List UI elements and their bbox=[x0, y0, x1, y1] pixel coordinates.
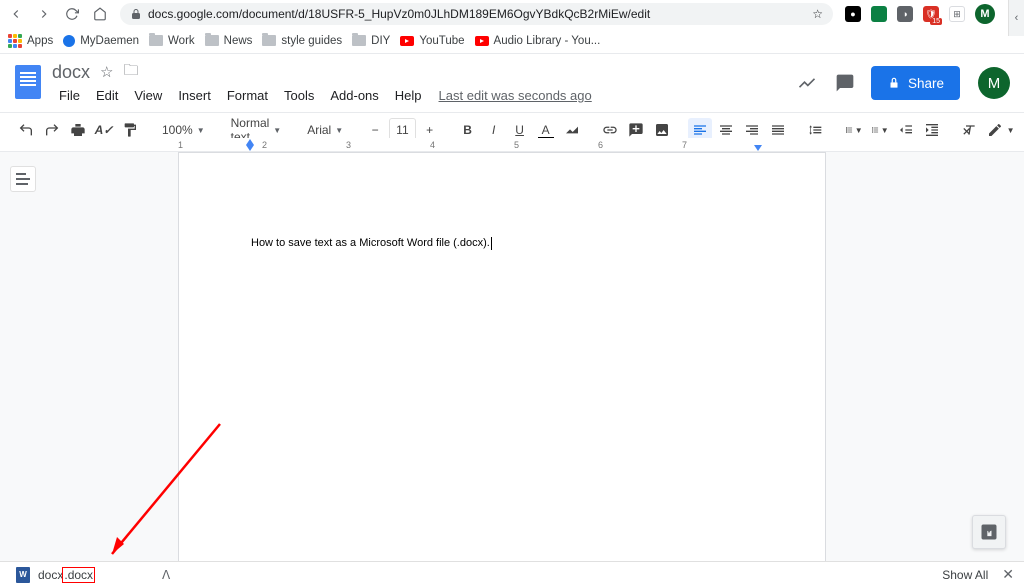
star-button[interactable]: ☆ bbox=[100, 63, 113, 81]
account-avatar[interactable]: M bbox=[978, 67, 1010, 99]
text-cursor bbox=[491, 237, 492, 250]
close-shelf-button[interactable]: ✕ bbox=[1002, 566, 1014, 583]
menu-bar: File Edit View Insert Format Tools Add-o… bbox=[52, 85, 795, 106]
menu-file[interactable]: File bbox=[52, 85, 87, 106]
ruler-tick: 7 bbox=[682, 140, 687, 150]
ruler-tick: 4 bbox=[430, 140, 435, 150]
menu-insert[interactable]: Insert bbox=[171, 85, 218, 106]
bookmark-item[interactable]: MyDaemen bbox=[63, 35, 139, 47]
download-menu-button[interactable]: ᐱ bbox=[162, 568, 170, 582]
folder-icon bbox=[205, 35, 219, 46]
bookmark-item[interactable]: Work bbox=[149, 35, 195, 47]
nav-back-button[interactable] bbox=[8, 6, 24, 22]
lock-icon bbox=[887, 76, 901, 90]
indent-marker-left[interactable] bbox=[246, 145, 254, 151]
menu-format[interactable]: Format bbox=[220, 85, 275, 106]
document-page[interactable]: How to save text as a Microsoft Word fil… bbox=[178, 152, 826, 561]
bookmark-star-icon[interactable]: ☆ bbox=[812, 7, 823, 21]
share-button[interactable]: Share bbox=[871, 66, 960, 100]
folder-icon bbox=[352, 35, 366, 46]
comments-button[interactable] bbox=[833, 71, 857, 95]
bookmark-item[interactable]: YouTube bbox=[400, 35, 464, 47]
extension-icon[interactable]: ⊞ bbox=[949, 6, 965, 22]
menu-view[interactable]: View bbox=[127, 85, 169, 106]
ruler-tick: 3 bbox=[346, 140, 351, 150]
ruler-tick: 1 bbox=[178, 140, 183, 150]
ruler-tick: 6 bbox=[598, 140, 603, 150]
apps-label: Apps bbox=[27, 35, 53, 47]
bookmark-item[interactable]: style guides bbox=[262, 35, 342, 47]
word-file-icon: W bbox=[16, 567, 30, 583]
extension-icon[interactable] bbox=[871, 6, 887, 22]
docs-logo-icon bbox=[15, 65, 41, 99]
omnibox[interactable]: docs.google.com/document/d/18USFR-5_HupV… bbox=[120, 3, 833, 25]
bookmarks-bar: Apps MyDaemen Work News style guides DIY… bbox=[0, 28, 1024, 54]
ruler-tick: 5 bbox=[514, 140, 519, 150]
menu-tools[interactable]: Tools bbox=[277, 85, 321, 106]
docs-home-button[interactable] bbox=[10, 64, 46, 100]
youtube-icon bbox=[475, 36, 489, 46]
menu-help[interactable]: Help bbox=[388, 85, 429, 106]
document-body-text: How to save text as a Microsoft Word fil… bbox=[251, 237, 490, 249]
downloads-shelf: W docx.docx ᐱ Show All ✕ bbox=[0, 561, 1024, 587]
browser-toolbar: docs.google.com/document/d/18USFR-5_HupV… bbox=[0, 0, 1024, 28]
document-title[interactable]: docx bbox=[52, 62, 90, 83]
apps-shortcut[interactable]: Apps bbox=[8, 34, 53, 48]
indent-marker-right[interactable] bbox=[754, 145, 762, 151]
folder-icon bbox=[149, 35, 163, 46]
nav-home-button[interactable] bbox=[92, 6, 108, 22]
docs-header: docx ☆ 🗀 File Edit View Insert Format To… bbox=[0, 54, 1024, 106]
extension-icon[interactable]: ◑ bbox=[897, 6, 913, 22]
youtube-icon bbox=[400, 36, 414, 46]
menu-addons[interactable]: Add-ons bbox=[323, 85, 385, 106]
url-text: docs.google.com/document/d/18USFR-5_HupV… bbox=[148, 7, 650, 21]
horizontal-ruler[interactable]: 1 2 3 4 5 6 7 bbox=[0, 138, 1024, 152]
download-filename: docx.docx bbox=[38, 568, 94, 582]
globe-icon bbox=[63, 35, 75, 47]
last-edit-link[interactable]: Last edit was seconds ago bbox=[439, 88, 592, 103]
sidebar-toggle[interactable]: ‹ bbox=[1008, 0, 1024, 36]
download-item[interactable]: W docx.docx ᐱ bbox=[10, 565, 176, 585]
menu-edit[interactable]: Edit bbox=[89, 85, 125, 106]
bookmark-item[interactable]: Audio Library - You... bbox=[475, 35, 601, 47]
show-all-downloads-button[interactable]: Show All bbox=[942, 568, 988, 582]
extension-icon[interactable]: ● bbox=[845, 6, 861, 22]
apps-icon bbox=[8, 34, 22, 48]
bookmark-item[interactable]: DIY bbox=[352, 35, 390, 47]
workspace: 1 2 3 4 5 6 7 How to save text as a Microsoft … bbox=[0, 138, 1024, 561]
ruler-tick: 2 bbox=[262, 140, 267, 150]
folder-icon bbox=[262, 35, 276, 46]
nav-reload-button[interactable] bbox=[64, 6, 80, 22]
activity-button[interactable] bbox=[795, 71, 819, 95]
explore-button[interactable] bbox=[972, 515, 1006, 549]
extension-icon[interactable]: 🛡15 bbox=[923, 6, 939, 22]
nav-forward-button[interactable] bbox=[36, 6, 52, 22]
document-outline-button[interactable] bbox=[10, 166, 36, 192]
move-to-folder-button[interactable]: 🗀 bbox=[123, 60, 138, 85]
bookmark-item[interactable]: News bbox=[205, 35, 253, 47]
profile-avatar[interactable]: M bbox=[975, 4, 995, 24]
lock-icon bbox=[130, 8, 142, 20]
